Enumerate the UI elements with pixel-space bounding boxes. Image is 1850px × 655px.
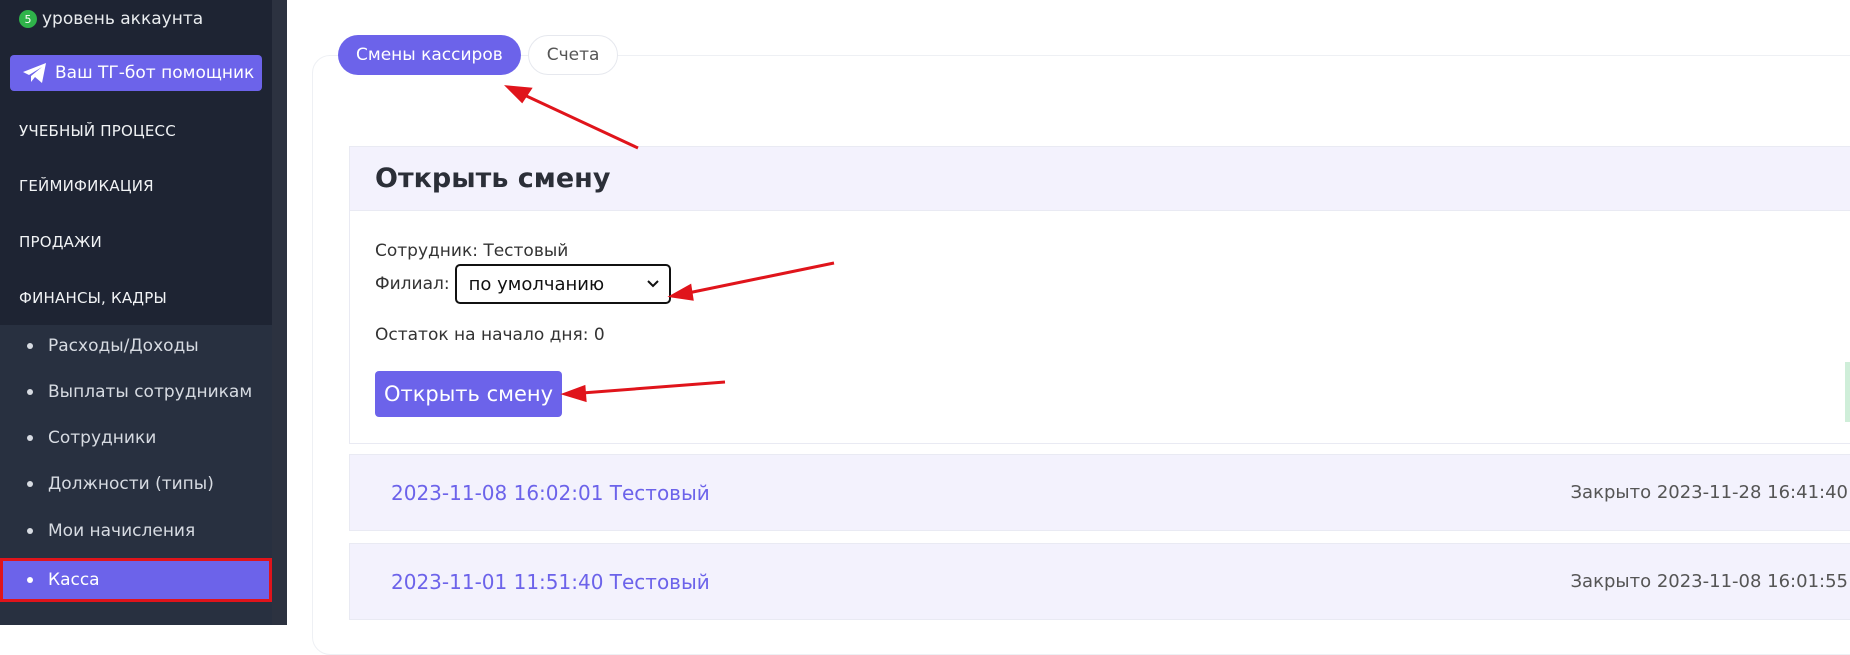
bullet-icon — [27, 343, 33, 349]
page-edge-indicator — [1845, 362, 1850, 422]
sidebar-item-positions[interactable]: Должности (типы) — [0, 464, 272, 504]
finance-submenu: Расходы/Доходы Выплаты сотрудникам Сотру… — [0, 325, 272, 625]
tabs: Смены кассиров Счета — [338, 35, 619, 75]
tg-bot-button-label: Ваш ТГ-бот помощник — [55, 63, 255, 83]
nav-section-learning[interactable]: УЧЕБНЫЙ ПРОЦЕСС — [19, 122, 176, 140]
sidebar-scrollbar-thumb[interactable] — [272, 0, 287, 625]
sidebar-item-label: Мои начисления — [48, 521, 196, 541]
account-level: 5 уровень аккаунта — [19, 8, 203, 30]
branch-label: Филиал: — [375, 274, 450, 294]
opening-balance-text: Остаток на начало дня: 0 — [375, 325, 605, 345]
shift-closed-status: Закрыто 2023-11-08 16:01:55 — [1570, 571, 1848, 592]
shift-row: 2023-11-01 11:51:40 Тестовый Закрыто 202… — [349, 543, 1850, 620]
shift-row: 2023-11-08 16:02:01 Тестовый Закрыто 202… — [349, 454, 1850, 531]
employee-text: Сотрудник: Тестовый — [375, 241, 569, 261]
sidebar-scrollbar[interactable] — [272, 0, 287, 625]
bullet-icon — [27, 577, 33, 583]
bullet-icon — [27, 389, 33, 395]
nav-section-sales[interactable]: ПРОДАЖИ — [19, 233, 102, 251]
sidebar-item-label: Должности (типы) — [48, 474, 214, 494]
sidebar-item-payouts[interactable]: Выплаты сотрудникам — [0, 372, 272, 412]
sidebar-item-label: Касса — [48, 570, 100, 590]
bullet-icon — [27, 528, 33, 534]
shift-link[interactable]: 2023-11-01 11:51:40 Тестовый — [391, 570, 710, 594]
nav-section-gamification[interactable]: ГЕЙМИФИКАЦИЯ — [19, 177, 154, 195]
sidebar-item-label: Расходы/Доходы — [48, 336, 199, 356]
sidebar-item-expenses[interactable]: Расходы/Доходы — [0, 326, 272, 366]
branch-select[interactable]: по умолчанию — [454, 264, 671, 304]
shift-link[interactable]: 2023-11-08 16:02:01 Тестовый — [391, 481, 710, 505]
sidebar: 5 уровень аккаунта Ваш ТГ-бот помощник У… — [0, 0, 272, 625]
bullet-icon — [27, 435, 33, 441]
sidebar-item-employees[interactable]: Сотрудники — [0, 418, 272, 458]
bullet-icon — [27, 481, 33, 487]
branch-select-value: по умолчанию — [468, 273, 605, 295]
tab-invoices[interactable]: Счета — [527, 35, 619, 75]
sidebar-item-cashbox[interactable]: Касса — [0, 558, 272, 602]
open-shift-card: Открыть смену Сотрудник: Тестовый Филиал… — [349, 146, 1850, 444]
account-level-badge: 5 — [19, 10, 37, 28]
account-level-label: уровень аккаунта — [42, 9, 204, 29]
tab-cashier-shifts[interactable]: Смены кассиров — [338, 35, 521, 75]
open-shift-title: Открыть смену — [350, 147, 1850, 211]
telegram-icon — [23, 63, 46, 83]
open-shift-button[interactable]: Открыть смену — [375, 371, 562, 417]
tg-bot-button[interactable]: Ваш ТГ-бот помощник — [10, 55, 262, 91]
branch-field: Филиал: по умолчанию — [375, 264, 671, 304]
sidebar-item-label: Сотрудники — [48, 428, 157, 448]
sidebar-item-my-accruals[interactable]: Мои начисления — [0, 511, 272, 551]
shift-closed-status: Закрыто 2023-11-28 16:41:40 — [1570, 482, 1848, 503]
nav-section-finance[interactable]: ФИНАНСЫ, КАДРЫ — [19, 289, 167, 307]
chevron-down-icon — [646, 280, 659, 288]
sidebar-item-label: Выплаты сотрудникам — [48, 382, 253, 402]
